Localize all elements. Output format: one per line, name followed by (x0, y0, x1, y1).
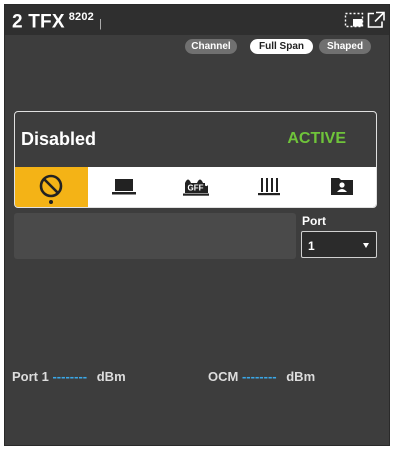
pill-shaped[interactable]: Shaped (319, 39, 371, 54)
panel-title: 2 TFX 8202 | (12, 11, 102, 33)
title-separator: | (99, 18, 103, 31)
mode-disabled-button[interactable] (15, 167, 88, 207)
ocm-label: OCM (208, 369, 239, 384)
device-id: 8202 (68, 11, 95, 23)
panel-header: 2 TFX 8202 | (5, 5, 389, 35)
tfx-panel: 2 TFX 8202 | Channel Full Span Shaped Disa… (4, 4, 390, 446)
title-text: 2 TFX (12, 11, 65, 33)
status-label: Disabled (21, 129, 97, 149)
popout-icon[interactable] (366, 11, 386, 29)
gff-icon: GFF (182, 175, 210, 202)
port1-unit: dBm (96, 369, 126, 384)
ocm-value: -------- (241, 369, 277, 384)
port-select[interactable]: 1 (301, 231, 377, 258)
port-select-value: 1 (308, 239, 315, 253)
svg-text:GFF: GFF (188, 183, 204, 192)
info-box (14, 213, 296, 259)
port1-value: -------- (52, 369, 88, 384)
comb-icon (257, 175, 281, 202)
disabled-icon (38, 173, 64, 204)
chevron-down-icon (363, 243, 369, 248)
mode-gff-button[interactable]: GFF (160, 167, 233, 207)
ocm-unit: dBm (286, 369, 316, 384)
mode-folder-user-button[interactable] (305, 167, 376, 207)
laptop-icon (111, 176, 137, 201)
pill-full-span[interactable]: Full Span (250, 39, 313, 54)
status-value: ACTIVE (287, 130, 346, 147)
folder-user-icon (329, 175, 355, 202)
port-label: Port (302, 214, 326, 228)
pill-channel[interactable]: Channel (185, 39, 237, 54)
port1-label: Port 1 (12, 369, 49, 384)
mode-comb-button[interactable] (233, 167, 306, 207)
ocm-reading: OCM -------- dBm (208, 369, 315, 384)
port1-reading: Port 1 -------- dBm (12, 369, 126, 384)
status-card: Disabled ACTIVE GFF (14, 111, 377, 208)
expand-icon[interactable] (344, 11, 364, 29)
mode-bar: GFF (15, 167, 376, 207)
mode-laptop-button[interactable] (88, 167, 161, 207)
